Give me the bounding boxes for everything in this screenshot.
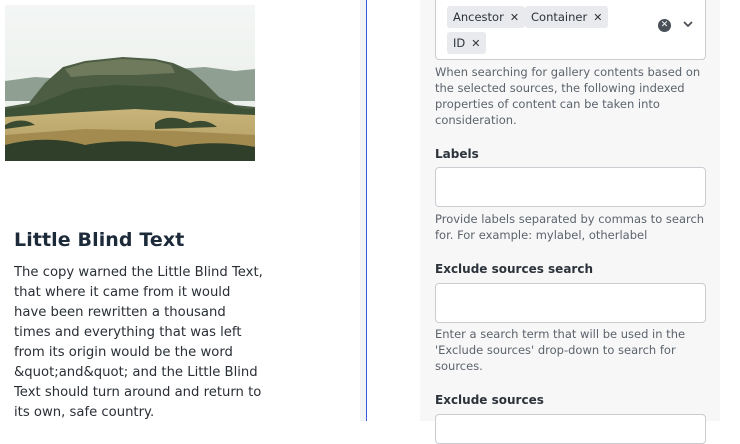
configuration-panel: Ancestor ✕ Container ✕ ID ✕ ✕ When searchin… [420,0,720,444]
properties-multiselect[interactable]: Ancestor ✕ Container ✕ ID ✕ ✕ [435,0,706,60]
clear-circle-icon[interactable]: ✕ [658,19,671,32]
close-icon[interactable]: ✕ [510,11,519,24]
exclude-sources-label: Exclude sources [435,393,544,407]
article-image [5,5,255,161]
exclude-search-help: Enter a search term that will be used in… [435,327,686,373]
tag-label: Container [531,10,588,24]
article-column: Little Blind Text The copy warned the Li… [0,0,360,421]
labels-input[interactable] [435,167,706,207]
exclude-search-input[interactable] [435,283,706,323]
chevron-down-icon[interactable] [682,18,694,30]
tag-label: Ancestor [453,10,504,24]
tag-chip: Container ✕ [525,6,609,28]
tag-chip: Ancestor ✕ [447,6,526,28]
exclude-search-label: Exclude sources search [435,262,593,276]
properties-help: When searching for gallery contents base… [435,65,701,127]
exclude-sources-select[interactable] [435,414,706,444]
article-title: Little Blind Text [14,229,185,251]
article-body: The copy warned the Little Blind Text, t… [14,265,263,420]
labels-help: Provide labels separated by commas to se… [435,212,705,242]
labels-label: Labels [435,147,479,161]
tag-label: ID [453,36,466,50]
close-icon[interactable]: ✕ [471,37,480,50]
tag-chip: ID ✕ [447,32,487,54]
close-icon[interactable]: ✕ [593,11,602,24]
